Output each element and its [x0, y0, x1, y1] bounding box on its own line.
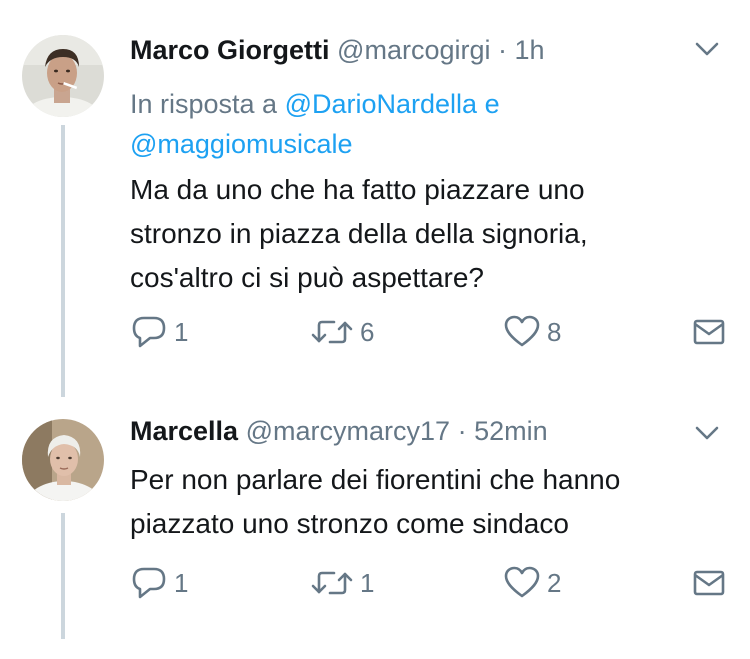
like-count: 8 [547, 316, 562, 347]
chevron-down-icon[interactable] [694, 420, 720, 446]
thread-line [61, 125, 65, 397]
tweet-text-line: cos'altro ci si può aspettare? [130, 262, 484, 293]
tweet[interactable]: Marcella @marcymarcy17 · 52min Per non p… [0, 395, 750, 659]
chevron-down-icon[interactable] [694, 36, 720, 62]
heart-icon [503, 565, 541, 601]
separator-dot: · [457, 416, 467, 446]
reply-icon [130, 314, 168, 350]
envelope-icon [692, 567, 726, 599]
retweet-button[interactable]: 6 [310, 312, 374, 352]
tweet-text-line: stronzo in piazza della della signoria, [130, 218, 588, 249]
envelope-icon [692, 316, 726, 348]
reply-conjunction: e [484, 89, 500, 119]
retweet-count: 1 [360, 567, 375, 598]
avatar[interactable] [22, 419, 104, 501]
tweet-header: Marco Giorgetti @marcogirgi · 1h [130, 34, 730, 66]
reply-count: 1 [174, 316, 189, 347]
reply-context: In risposta a @DarioNardella e @maggiomu… [130, 84, 710, 164]
tweet-text-line: Per non parlare dei fiorentini che hanno [130, 464, 621, 495]
mention-link[interactable]: @DarioNardella [285, 89, 477, 119]
reply-prefix: In risposta a [130, 89, 278, 119]
retweet-icon [310, 314, 354, 350]
timestamp[interactable]: 52min [474, 416, 548, 446]
timestamp[interactable]: 1h [515, 35, 545, 65]
tweet-actions: 1 6 8 [130, 312, 730, 352]
tweet-text: Ma da uno che ha fatto piazzare uno stro… [130, 168, 710, 300]
tweet-text-line: Ma da uno che ha fatto piazzare uno [130, 174, 585, 205]
reply-count: 1 [174, 567, 189, 598]
tweet-text-line: piazzato uno stronzo come sindaco [130, 508, 569, 539]
user-handle[interactable]: @marcogirgi [337, 35, 490, 65]
direct-message-button[interactable] [692, 563, 726, 603]
like-button[interactable]: 8 [503, 312, 561, 352]
reply-button[interactable]: 1 [130, 312, 188, 352]
like-count: 2 [547, 567, 562, 598]
thread-line [61, 513, 65, 639]
direct-message-button[interactable] [692, 312, 726, 352]
tweet-text: Per non parlare dei fiorentini che hanno… [130, 458, 710, 546]
separator-dot: · [498, 35, 508, 65]
like-button[interactable]: 2 [503, 563, 561, 603]
user-name[interactable]: Marcella [130, 416, 238, 446]
reply-icon [130, 565, 168, 601]
heart-icon [503, 314, 541, 350]
tweet-actions: 1 1 2 [130, 563, 730, 603]
retweet-button[interactable]: 1 [310, 563, 374, 603]
user-name[interactable]: Marco Giorgetti [130, 35, 330, 65]
avatar[interactable] [22, 35, 104, 117]
tweet-header: Marcella @marcymarcy17 · 52min [130, 415, 730, 447]
mention-link[interactable]: @maggiomusicale [130, 129, 353, 159]
retweet-icon [310, 565, 354, 601]
reply-button[interactable]: 1 [130, 563, 188, 603]
tweet[interactable]: Marco Giorgetti @marcogirgi · 1h In risp… [0, 0, 750, 397]
user-handle[interactable]: @marcymarcy17 [246, 416, 450, 446]
retweet-count: 6 [360, 316, 375, 347]
